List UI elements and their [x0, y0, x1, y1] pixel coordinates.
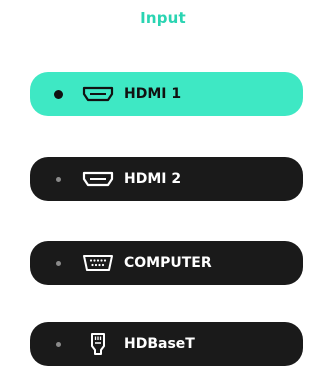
panel-title: Input — [140, 9, 186, 27]
ethernet-port-icon — [81, 333, 115, 355]
input-option-hdmi-2[interactable]: HDMI 2 — [30, 157, 303, 201]
input-label: HDBaseT — [124, 336, 195, 352]
vga-port-icon — [81, 252, 115, 274]
hdmi-icon — [81, 83, 115, 105]
hdmi-icon — [81, 168, 115, 190]
input-option-computer[interactable]: COMPUTER — [30, 241, 303, 285]
unselected-indicator-dot — [56, 260, 61, 266]
unselected-indicator-dot — [56, 341, 61, 347]
unselected-indicator-dot — [56, 176, 61, 182]
selected-indicator-dot — [54, 89, 63, 99]
input-label: HDMI 2 — [124, 171, 182, 187]
input-label: COMPUTER — [124, 255, 212, 271]
input-label: HDMI 1 — [124, 86, 182, 102]
input-panel: Input HDMI 1 HDMI 2 COMPUTER HDBaseT — [0, 0, 326, 374]
input-option-hdbaset[interactable]: HDBaseT — [30, 322, 303, 366]
input-option-hdmi-1[interactable]: HDMI 1 — [30, 72, 303, 116]
